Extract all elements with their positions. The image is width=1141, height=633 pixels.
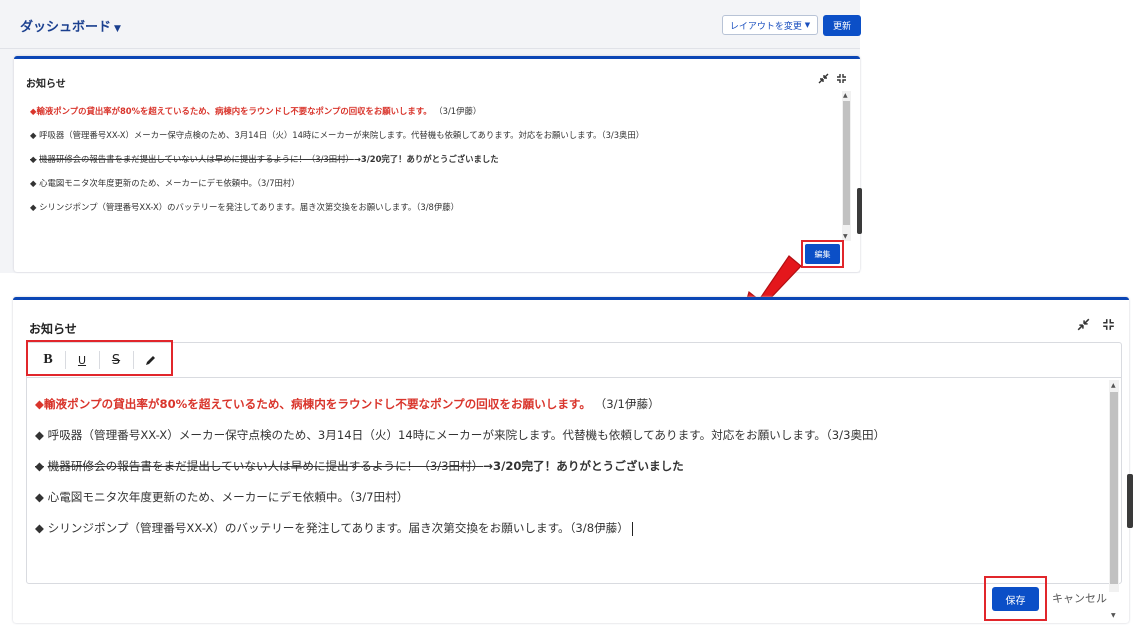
notice-author: （3/1伊藤）: [594, 397, 660, 411]
notice-editor-card: お知らせ B U S ◆輸液ポンプの貸出率が80%を超えているため、病棟内をラウ…: [13, 297, 1129, 623]
caret-down-icon: ▼: [114, 24, 121, 34]
notice-item: ◆ シリンジポンプ（管理番号XX-X）のバッテリーを発注してあります。届き次第交…: [35, 513, 1095, 544]
refresh-button[interactable]: 更新: [823, 15, 861, 36]
side-handle[interactable]: [857, 188, 862, 234]
notice-bullet: ◆: [35, 521, 44, 535]
scroll-up-icon[interactable]: ▲: [1111, 382, 1116, 389]
notice-text: 心電図モニタ次年度更新のため、メーカーにデモ依頼中。（3/7田村）: [47, 490, 409, 504]
notice-struck-text: 機器研修会の報告書をまだ提出していない人は早めに提出するように！（3/3田村）: [39, 154, 354, 164]
shrink-icon[interactable]: [1077, 318, 1090, 335]
dashboard-menu[interactable]: ダッシュボード ▼: [20, 16, 121, 35]
change-layout-button[interactable]: レイアウトを変更 ▼: [722, 15, 818, 35]
notice-item: ◆ 心電図モニタ次年度更新のため、メーカーにデモ依頼中。（3/7田村）: [35, 482, 1095, 513]
notice-item: ◆輸液ポンプの貸出率が80%を超えているため、病棟内をラウンドし不要なポンプの回…: [35, 389, 1095, 420]
notice-text: シリンジポンプ（管理番号XX-X）のバッテリーを発注してあります。届き次第交換を…: [39, 202, 459, 212]
shrink-icon[interactable]: [818, 73, 829, 87]
cancel-button[interactable]: キャンセル: [1052, 590, 1107, 606]
edit-button-highlight: [801, 240, 844, 268]
dashboard-header: ダッシュボード ▼ レイアウトを変更 ▼ 更新: [0, 0, 861, 49]
change-layout-label: レイアウトを変更: [729, 21, 802, 32]
collapse-icon[interactable]: [836, 73, 847, 87]
dashboard-view: ダッシュボード ▼ レイアウトを変更 ▼ 更新 お知らせ ◆輸液ポンプの貸出率が8…: [0, 0, 862, 273]
editor-toolbar: B U S: [27, 343, 1121, 378]
notice-bullet: ◆: [35, 459, 44, 473]
notice-item: ◆ シリンジポンプ（管理番号XX-X）のバッテリーを発注してあります。届き次第交…: [30, 195, 830, 219]
notice-text: シリンジポンプ（管理番号XX-X）のバッテリーを発注してあります。届き次第交換を…: [47, 521, 629, 535]
dashboard-label: ダッシュボード: [20, 20, 112, 35]
scroll-down-icon[interactable]: ▼: [1111, 612, 1116, 619]
editor-title: お知らせ: [29, 322, 77, 336]
notice-list: ◆ 輸液ポンプの貸出率が80%を超えているため、病棟内をラウンドし不要なポンプの回…: [30, 99, 830, 219]
toolbar-highlight: [26, 340, 173, 376]
notice-item: ◆ 呼吸器（管理番号XX-X）メーカー保守点検のため、3月14日（火）14時にメ…: [30, 123, 830, 147]
scroll-up-icon[interactable]: ▲: [843, 92, 848, 99]
notice-item: ◆輸液ポンプの貸出率が80%を超えているため、病棟内をラウンドし不要なポンプの回…: [30, 99, 830, 123]
notice-bullet: ◆: [30, 202, 37, 212]
notice-item: ◆ 機器研修会の報告書をまだ提出していない人は早めに提出するように！（3/3田村…: [35, 451, 1095, 482]
scroll-down-icon[interactable]: ▼: [843, 233, 848, 240]
notice-item: ◆ 心電図モニタ次年度更新のため、メーカーにデモ依頼中。（3/7田村）: [30, 171, 830, 195]
notice-author: （3/1伊藤）: [434, 106, 482, 116]
text-cursor: [631, 521, 633, 536]
notice-text: 輸液ポンプの貸出率が80%を超えているため、病棟内をラウンドし不要なポンプの回収…: [36, 106, 432, 116]
notice-item: ◆ 呼吸器（管理番号XX-X）メーカー保守点検のため、3月14日（火）14時にメ…: [35, 420, 1095, 451]
collapse-icon[interactable]: [1102, 318, 1115, 335]
notice-bullet: ◆: [35, 428, 44, 442]
rich-text-editor[interactable]: B U S ◆輸液ポンプの貸出率が80%を超えているため、病棟内をラウンドし不要…: [26, 342, 1122, 584]
editor-scrollbar-thumb[interactable]: [1110, 392, 1118, 584]
notice-card: お知らせ ◆ 輸液ポンプの貸出率が80%を超えているため、病棟内をラウンドし不要な…: [14, 56, 860, 272]
notice-item: ◆ 機器研修会の報告書をまだ提出していない人は早めに提出するように！（3/3田村…: [30, 147, 830, 171]
notice-done-text: →3/20完了！ありがとうございました: [483, 459, 684, 473]
notice-text: 呼吸器（管理番号XX-X）メーカー保守点検のため、3月14日（火）14時にメーカ…: [39, 130, 645, 140]
side-handle[interactable]: [1127, 474, 1133, 528]
editor-content[interactable]: ◆輸液ポンプの貸出率が80%を超えているため、病棟内をラウンドし不要なポンプの回…: [35, 389, 1095, 544]
notice-bullet: ◆: [30, 154, 37, 164]
notice-bullet: ◆: [35, 490, 44, 504]
notice-done-text: →3/20完了！ありがとうございました: [353, 154, 499, 164]
notice-text: 輸液ポンプの貸出率が80%を超えているため、病棟内をラウンドし不要なポンプの回収…: [43, 397, 591, 411]
notice-text: 呼吸器（管理番号XX-X）メーカー保守点検のため、3月14日（火）14時にメーカ…: [47, 428, 886, 442]
notice-text: 心電図モニタ次年度更新のため、メーカーにデモ依頼中。（3/7田村）: [39, 178, 300, 188]
notice-scrollbar-thumb[interactable]: [843, 101, 850, 225]
notice-title: お知らせ: [26, 79, 66, 90]
notice-bullet: ◆: [35, 397, 44, 411]
save-button-highlight: [984, 576, 1047, 621]
notice-struck-text: 機器研修会の報告書をまだ提出していない人は早めに提出するように！（3/3田村）: [47, 459, 484, 473]
notice-bullet: ◆: [30, 178, 37, 188]
notice-bullet: ◆: [30, 130, 37, 140]
caret-down-icon: ▼: [804, 21, 811, 29]
